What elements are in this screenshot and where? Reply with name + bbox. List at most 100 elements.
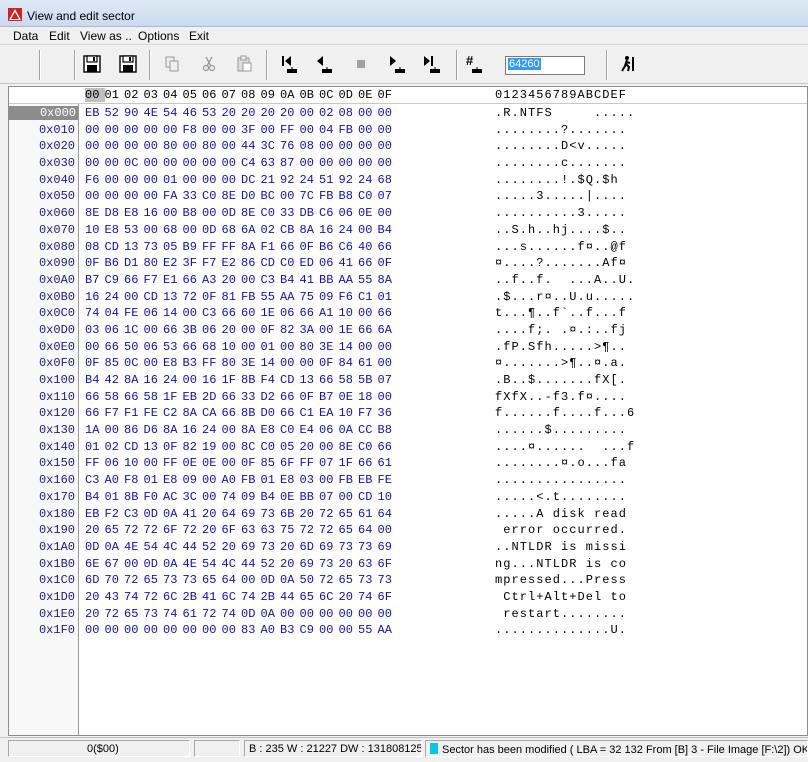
hex-byte[interactable]: B3 bbox=[280, 623, 300, 637]
hex-byte[interactable]: 01 bbox=[378, 290, 398, 304]
hex-byte[interactable]: FF bbox=[85, 456, 105, 470]
hex-byte[interactable]: 05 bbox=[163, 240, 183, 254]
hex-byte[interactable]: 44 bbox=[183, 540, 203, 554]
hex-byte[interactable]: 61 bbox=[183, 607, 203, 621]
hex-byte[interactable]: 6F bbox=[222, 523, 242, 537]
hex-byte[interactable]: 20 bbox=[202, 523, 222, 537]
hex-byte[interactable]: 00 bbox=[124, 189, 144, 203]
hex-byte[interactable]: 64 bbox=[222, 573, 242, 587]
hex-byte[interactable]: 08 bbox=[300, 139, 320, 153]
row-ascii[interactable]: ....f;. .¤.:..fj bbox=[495, 323, 627, 337]
hex-byte[interactable]: 24 bbox=[300, 173, 320, 187]
hex-byte[interactable]: 66 bbox=[378, 306, 398, 320]
hex-byte[interactable]: 65 bbox=[339, 523, 359, 537]
hex-byte[interactable]: 61 bbox=[358, 356, 378, 370]
hex-byte[interactable]: 0D bbox=[144, 507, 164, 521]
hex-byte[interactable]: 8A bbox=[241, 240, 261, 254]
hex-byte[interactable]: 09 bbox=[183, 473, 203, 487]
hex-byte[interactable]: 00 bbox=[241, 573, 261, 587]
hex-byte[interactable]: 0F bbox=[163, 440, 183, 454]
hex-byte[interactable]: 72 bbox=[144, 523, 164, 537]
hex-byte[interactable]: 43 bbox=[105, 590, 125, 604]
hex-byte[interactable]: 00 bbox=[85, 156, 105, 170]
hex-byte[interactable]: C3 bbox=[202, 306, 222, 320]
hex-byte[interactable]: A0 bbox=[105, 473, 125, 487]
hex-byte[interactable]: 00 bbox=[378, 106, 398, 120]
hex-byte[interactable]: 3C bbox=[261, 139, 281, 153]
hex-byte[interactable]: C9 bbox=[105, 273, 125, 287]
hex-byte[interactable]: 64 bbox=[358, 523, 378, 537]
hex-byte[interactable]: 01 bbox=[144, 473, 164, 487]
hex-byte[interactable]: 0E bbox=[183, 456, 203, 470]
hex-byte[interactable]: E8 bbox=[163, 356, 183, 370]
hex-byte[interactable]: 87 bbox=[280, 156, 300, 170]
hex-byte[interactable]: 04 bbox=[319, 123, 339, 137]
menu-edit[interactable]: Edit bbox=[46, 29, 73, 43]
row-ascii[interactable]: ..f..f. ...A..U. bbox=[495, 273, 635, 287]
hex-byte[interactable]: 00 bbox=[358, 223, 378, 237]
hex-byte[interactable]: 81 bbox=[222, 290, 242, 304]
hex-byte[interactable]: 00 bbox=[241, 323, 261, 337]
menu-view-as[interactable]: View as .. bbox=[77, 29, 135, 43]
hex-byte[interactable]: 66 bbox=[222, 390, 242, 404]
hex-byte[interactable]: CC bbox=[358, 423, 378, 437]
hex-byte[interactable]: 10 bbox=[378, 490, 398, 504]
hex-byte[interactable]: 16 bbox=[144, 206, 164, 220]
sector-number-input[interactable]: 64260 bbox=[505, 56, 585, 75]
hex-byte[interactable]: 06 bbox=[202, 323, 222, 337]
hex-byte[interactable]: 0D bbox=[202, 223, 222, 237]
hex-byte[interactable]: 63 bbox=[261, 523, 281, 537]
hex-byte[interactable]: 00 bbox=[319, 323, 339, 337]
hex-byte[interactable]: 44 bbox=[241, 139, 261, 153]
hex-byte[interactable]: 74 bbox=[358, 590, 378, 604]
hex-byte[interactable]: 66 bbox=[319, 373, 339, 387]
hex-byte[interactable]: 54 bbox=[163, 106, 183, 120]
menu-data[interactable]: Data bbox=[10, 29, 41, 43]
hex-byte[interactable]: 02 bbox=[319, 106, 339, 120]
hex-byte[interactable]: 00 bbox=[144, 139, 164, 153]
hex-byte[interactable]: 0D bbox=[85, 540, 105, 554]
hex-byte[interactable]: 66 bbox=[124, 390, 144, 404]
hex-byte[interactable]: 07 bbox=[319, 456, 339, 470]
hex-byte[interactable]: C4 bbox=[241, 156, 261, 170]
hex-byte[interactable]: 74 bbox=[241, 590, 261, 604]
hex-byte[interactable]: 80 bbox=[202, 139, 222, 153]
hex-byte[interactable]: 0F bbox=[261, 323, 281, 337]
hex-byte[interactable]: 0C bbox=[124, 156, 144, 170]
row-ascii[interactable]: ......$......... bbox=[495, 423, 627, 437]
hex-byte[interactable]: B4 bbox=[85, 490, 105, 504]
hex-byte[interactable]: C1 bbox=[300, 406, 320, 420]
hex-byte[interactable]: 05 bbox=[280, 440, 300, 454]
row-ascii[interactable]: .....<.t........ bbox=[495, 490, 627, 504]
hex-byte[interactable]: 00 bbox=[319, 623, 339, 637]
hex-byte[interactable]: 33 bbox=[241, 390, 261, 404]
hex-byte[interactable]: 51 bbox=[319, 173, 339, 187]
hex-byte[interactable]: 20 bbox=[85, 523, 105, 537]
hex-byte[interactable]: 66 bbox=[280, 406, 300, 420]
row-ascii[interactable]: .B..$.......fX[. bbox=[495, 373, 627, 387]
hex-byte[interactable]: 66 bbox=[222, 306, 242, 320]
hex-byte[interactable]: 06 bbox=[319, 423, 339, 437]
hex-byte[interactable]: 73 bbox=[261, 540, 281, 554]
hex-byte[interactable]: 6C bbox=[222, 590, 242, 604]
hex-byte[interactable]: C0 bbox=[280, 256, 300, 270]
hex-byte[interactable]: 0A bbox=[163, 557, 183, 571]
hex-byte[interactable]: B4 bbox=[85, 373, 105, 387]
hex-byte[interactable]: 00 bbox=[378, 123, 398, 137]
goto-sector-button[interactable]: # bbox=[462, 52, 486, 76]
hex-byte[interactable]: 00 bbox=[144, 223, 164, 237]
hex-byte[interactable]: A3 bbox=[202, 273, 222, 287]
hex-byte[interactable]: 66 bbox=[378, 440, 398, 454]
hex-byte[interactable]: E8 bbox=[261, 423, 281, 437]
hex-byte[interactable]: 80 bbox=[163, 139, 183, 153]
hex-byte[interactable]: EB bbox=[85, 507, 105, 521]
hex-byte[interactable]: 06 bbox=[339, 206, 359, 220]
hex-byte[interactable]: 00 bbox=[358, 156, 378, 170]
hex-byte[interactable]: 3C bbox=[183, 490, 203, 504]
hex-byte[interactable]: 00 bbox=[300, 123, 320, 137]
hex-byte[interactable]: 00 bbox=[163, 156, 183, 170]
hex-byte[interactable]: 65 bbox=[339, 573, 359, 587]
hex-byte[interactable]: 44 bbox=[280, 590, 300, 604]
hex-byte[interactable]: 00 bbox=[241, 273, 261, 287]
hex-byte[interactable]: 00 bbox=[85, 189, 105, 203]
